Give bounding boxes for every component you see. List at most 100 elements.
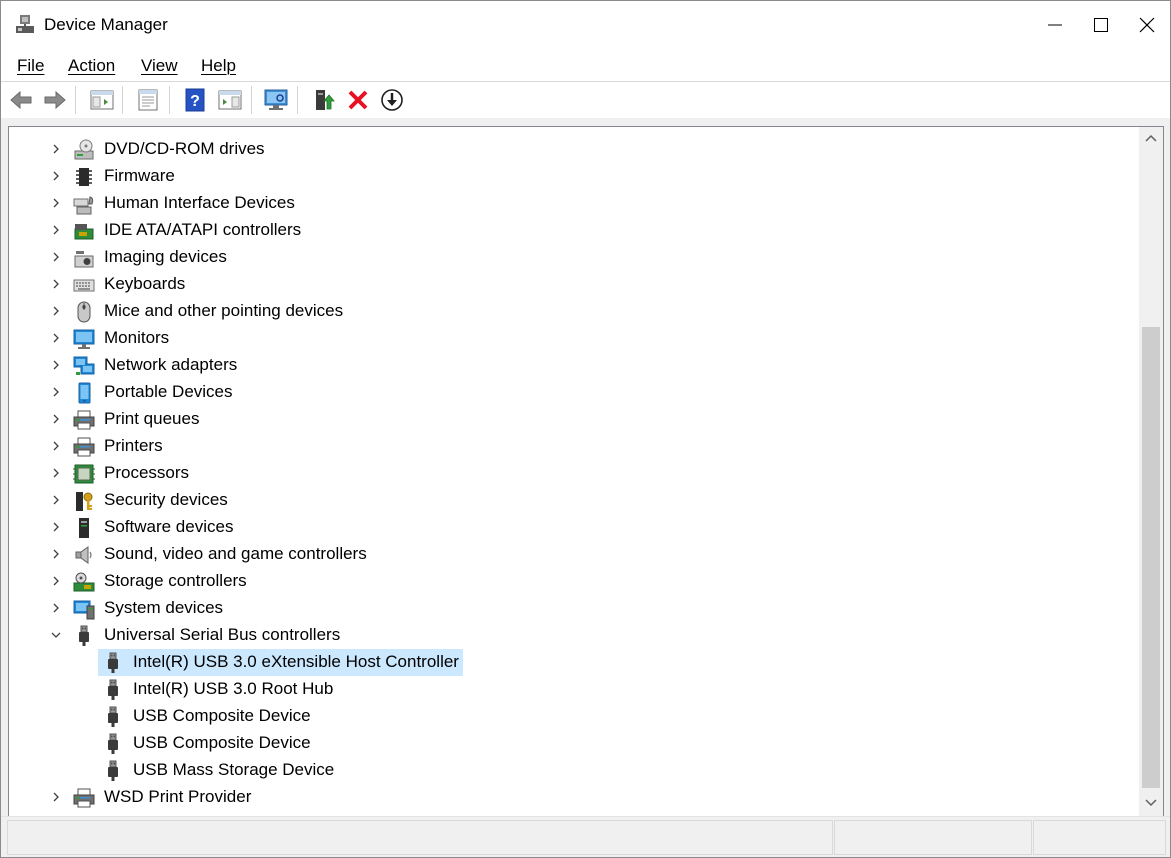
chevron-right-icon[interactable]	[49, 601, 63, 615]
chevron-right-icon[interactable]	[49, 493, 63, 507]
chevron-right-icon[interactable]	[49, 169, 63, 183]
menu-file[interactable]: File	[17, 56, 44, 76]
network-adapter-icon	[73, 356, 95, 375]
chevron-right-icon[interactable]	[49, 439, 63, 453]
vertical-scrollbar[interactable]	[1139, 127, 1163, 816]
status-pane-secondary	[834, 820, 1032, 855]
action-pane-icon[interactable]	[217, 87, 243, 113]
menu-bar: File Action View Help	[1, 49, 1170, 82]
menu-help[interactable]: Help	[201, 56, 236, 76]
tree-device-label: USB Composite Device	[133, 733, 311, 752]
show-hide-console-tree-icon[interactable]	[89, 87, 115, 113]
chevron-right-icon[interactable]	[49, 412, 63, 426]
properties-icon[interactable]	[135, 87, 161, 113]
hid-icon	[73, 196, 94, 215]
minimize-icon	[1048, 24, 1062, 26]
maximize-button[interactable]	[1078, 1, 1124, 49]
tree-category-row[interactable]: Universal Serial Bus controllers	[9, 622, 1137, 649]
chevron-right-icon[interactable]	[49, 277, 63, 291]
close-button[interactable]	[1124, 1, 1170, 49]
chevron-right-icon[interactable]	[49, 466, 63, 480]
tree-category-row[interactable]: WSD Print Provider	[9, 784, 1137, 811]
tree-category-row[interactable]: Processors	[9, 460, 1137, 487]
svg-text:?: ?	[190, 93, 200, 110]
tree-category-row[interactable]: Monitors	[9, 325, 1137, 352]
status-pane-tertiary	[1033, 820, 1166, 855]
help-icon[interactable]: ?	[182, 87, 208, 113]
back-arrow-icon[interactable]	[8, 87, 34, 113]
tree-category-row[interactable]: Network adapters	[9, 352, 1137, 379]
tree-category-row[interactable]: Mice and other pointing devices	[9, 298, 1137, 325]
software-device-icon	[79, 518, 89, 538]
scroll-thumb[interactable]	[1142, 327, 1160, 788]
chevron-right-icon[interactable]	[49, 142, 63, 156]
speaker-icon	[75, 546, 92, 564]
chevron-right-icon[interactable]	[49, 520, 63, 534]
tree-category-label: Firmware	[104, 166, 175, 185]
tree-category-row[interactable]: Security devices	[9, 487, 1137, 514]
processor-icon	[73, 464, 95, 484]
chevron-right-icon[interactable]	[49, 331, 63, 345]
tree-category-row[interactable]: Human Interface Devices	[9, 190, 1137, 217]
forward-arrow-icon[interactable]	[42, 87, 68, 113]
usb-plug-icon	[79, 625, 89, 646]
chevron-up-icon	[1145, 134, 1157, 142]
tree-device-row[interactable]: USB Composite Device	[9, 730, 1137, 757]
chevron-right-icon[interactable]	[49, 304, 63, 318]
chevron-right-icon[interactable]	[49, 790, 63, 804]
chevron-down-icon[interactable]	[49, 628, 63, 642]
tree-category-row[interactable]: DVD/CD-ROM drives	[9, 136, 1137, 163]
tree-device-row-selected[interactable]: Intel(R) USB 3.0 eXtensible Host Control…	[9, 649, 1137, 676]
dvd-drive-icon	[74, 139, 94, 160]
printer-icon	[73, 437, 95, 457]
chevron-right-icon[interactable]	[49, 223, 63, 237]
tree-category-row[interactable]: Firmware	[9, 163, 1137, 190]
menu-action[interactable]: Action	[68, 56, 115, 76]
disable-device-icon[interactable]	[379, 87, 405, 113]
minimize-button[interactable]	[1032, 1, 1078, 49]
scroll-down-button[interactable]	[1139, 790, 1163, 814]
tree-category-row[interactable]: Keyboards	[9, 271, 1137, 298]
chevron-right-icon[interactable]	[49, 547, 63, 561]
tree-category-label: Sound, video and game controllers	[104, 544, 367, 563]
tree-device-row[interactable]: USB Composite Device	[9, 703, 1137, 730]
tree-category-row[interactable]: Print queues	[9, 406, 1137, 433]
tree-category-row[interactable]: Imaging devices	[9, 244, 1137, 271]
scan-hardware-changes-icon[interactable]	[263, 87, 289, 113]
tree-category-row[interactable]: Sound, video and game controllers	[9, 541, 1137, 568]
chevron-right-icon[interactable]	[49, 358, 63, 372]
device-tree[interactable]: DVD/CD-ROM drives Firmware Human Interface…	[8, 126, 1164, 817]
toolbar-separator	[251, 86, 252, 114]
security-key-icon	[76, 492, 93, 511]
chevron-right-icon[interactable]	[49, 196, 63, 210]
usb-plug-icon	[108, 652, 118, 673]
tree-category-row[interactable]: Printers	[9, 433, 1137, 460]
chevron-right-icon[interactable]	[49, 250, 63, 264]
tree-category-label: Monitors	[104, 328, 170, 347]
tree-category-label: Imaging devices	[104, 247, 227, 266]
tree-category-row[interactable]: IDE ATA/ATAPI controllers	[9, 217, 1137, 244]
usb-plug-icon	[108, 733, 118, 754]
uninstall-device-icon[interactable]	[345, 87, 371, 113]
tree-category-label: DVD/CD-ROM drives	[104, 139, 265, 158]
tree-category-label: Human Interface Devices	[104, 193, 295, 212]
tree-category-label: System devices	[104, 598, 224, 617]
monitor-icon	[73, 329, 95, 349]
tree-device-row[interactable]: USB Mass Storage Device	[9, 757, 1137, 784]
tree-category-row[interactable]: System devices	[9, 595, 1137, 622]
chevron-right-icon[interactable]	[49, 574, 63, 588]
tree-category-row[interactable]: Software devices	[9, 514, 1137, 541]
scroll-up-button[interactable]	[1139, 127, 1163, 151]
tree-device-label: Intel(R) USB 3.0 eXtensible Host Control…	[133, 652, 459, 671]
close-icon	[1139, 17, 1155, 33]
tree-device-row[interactable]: Intel(R) USB 3.0 Root Hub	[9, 676, 1137, 703]
tree-category-label: IDE ATA/ATAPI controllers	[104, 220, 302, 239]
chevron-right-icon[interactable]	[49, 385, 63, 399]
tree-category-row[interactable]: Portable Devices	[9, 379, 1137, 406]
tree-category-label: Security devices	[104, 490, 228, 509]
menu-view[interactable]: View	[141, 56, 178, 76]
toolbar-separator	[75, 86, 76, 114]
update-driver-icon[interactable]	[311, 87, 337, 113]
tree-category-row[interactable]: Storage controllers	[9, 568, 1137, 595]
title-bar[interactable]: Device Manager	[1, 1, 1170, 49]
